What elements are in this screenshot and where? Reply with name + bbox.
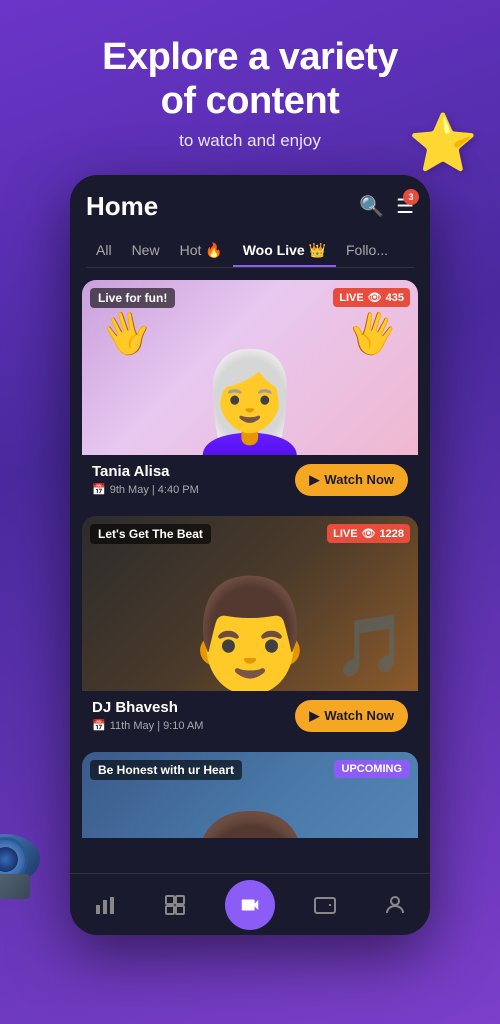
hero-title: Explore a variety of content — [30, 36, 470, 123]
stream-info-row-2: DJ Bhavesh 📅 11th May | 9:10 AM ▶ Watch … — [82, 691, 418, 742]
star-decoration: ⭐ — [408, 110, 478, 176]
stream-details-2: DJ Bhavesh 📅 11th May | 9:10 AM — [92, 699, 203, 732]
nav-wallet[interactable] — [305, 885, 345, 925]
live-text-2: LIVE — [333, 528, 357, 540]
notifications-button[interactable]: ☰ 3 — [396, 194, 414, 219]
search-button[interactable]: 🔍 — [359, 194, 384, 219]
stream-date-2: 📅 11th May | 9:10 AM — [92, 719, 203, 732]
play-icon-1: ▶ — [309, 472, 319, 488]
eye-icon-2: 👁 — [362, 527, 376, 540]
calendar-icon-1: 📅 — [92, 483, 106, 496]
stream-info-row-1: Tania Alisa 📅 9th May | 4:40 PM ▶ Watch … — [82, 455, 418, 506]
notification-badge: 3 — [403, 189, 419, 205]
content-area: 👩‍🦳 🖐️ 🖐️ Live for fun! LIVE 👁 435 Tania… — [70, 268, 430, 838]
stream-date-1: 📅 9th May | 4:40 PM — [92, 483, 199, 496]
nav-browse[interactable] — [155, 885, 195, 925]
bottom-navigation — [70, 873, 430, 935]
nav-record[interactable] — [225, 880, 275, 930]
stream-details-1: Tania Alisa 📅 9th May | 4:40 PM — [92, 463, 199, 496]
page-title: Home — [86, 191, 158, 222]
live-badge-2: LIVE 👁 1228 — [327, 524, 410, 543]
stream-label-2: Let's Get The Beat — [90, 524, 211, 544]
tab-all[interactable]: All — [86, 234, 122, 267]
stream-label-3: Be Honest with ur Heart — [90, 760, 242, 780]
stream-card-3: 👩 Be Honest with ur Heart UPCOMING Vanes… — [82, 752, 418, 838]
streamer-name-1: Tania Alisa — [92, 463, 199, 480]
header-actions: 🔍 ☰ 3 — [359, 194, 414, 219]
phone-frame: Home 🔍 ☰ 3 All New Hot 🔥 Woo Live 👑 Foll… — [70, 175, 430, 935]
tabs-navigation: All New Hot 🔥 Woo Live 👑 Follo... — [86, 234, 414, 268]
stream-thumbnail-2: 👨 🎵 Let's Get The Beat LIVE 👁 1228 — [82, 516, 418, 691]
tab-hot[interactable]: Hot 🔥 — [170, 234, 233, 267]
watch-button-2[interactable]: ▶ Watch Now — [295, 700, 408, 732]
stream-label-1: Live for fun! — [90, 288, 175, 308]
tab-woolive[interactable]: Woo Live 👑 — [233, 234, 336, 267]
app-header: Home 🔍 ☰ 3 All New Hot 🔥 Woo Live 👑 Foll… — [70, 175, 430, 268]
calendar-icon-2: 📅 — [92, 719, 106, 732]
live-badge-1: LIVE 👁 435 — [333, 288, 410, 307]
stream-thumbnail-3: 👩 Be Honest with ur Heart UPCOMING — [82, 752, 418, 838]
watch-button-1[interactable]: ▶ Watch Now — [295, 464, 408, 496]
tab-follow[interactable]: Follo... — [336, 234, 398, 267]
hero-subtitle: to watch and enjoy — [30, 131, 470, 151]
stream-card-1: 👩‍🦳 🖐️ 🖐️ Live for fun! LIVE 👁 435 Tania… — [82, 280, 418, 506]
view-count-2: 1228 — [380, 528, 404, 540]
view-count-1: 435 — [386, 292, 404, 304]
live-text-1: LIVE — [339, 292, 363, 304]
eye-icon-1: 👁 — [368, 291, 382, 304]
streamer-name-2: DJ Bhavesh — [92, 699, 203, 716]
nav-profile[interactable] — [375, 885, 415, 925]
stream-thumbnail-1: 👩‍🦳 🖐️ 🖐️ Live for fun! LIVE 👁 435 — [82, 280, 418, 455]
stream-card-2: 👨 🎵 Let's Get The Beat LIVE 👁 1228 DJ Bh… — [82, 516, 418, 742]
play-icon-2: ▶ — [309, 708, 319, 724]
upcoming-badge-3: UPCOMING — [334, 760, 411, 778]
nav-stats[interactable] — [85, 885, 125, 925]
camera-decoration — [0, 834, 40, 884]
tab-new[interactable]: New — [122, 234, 170, 267]
